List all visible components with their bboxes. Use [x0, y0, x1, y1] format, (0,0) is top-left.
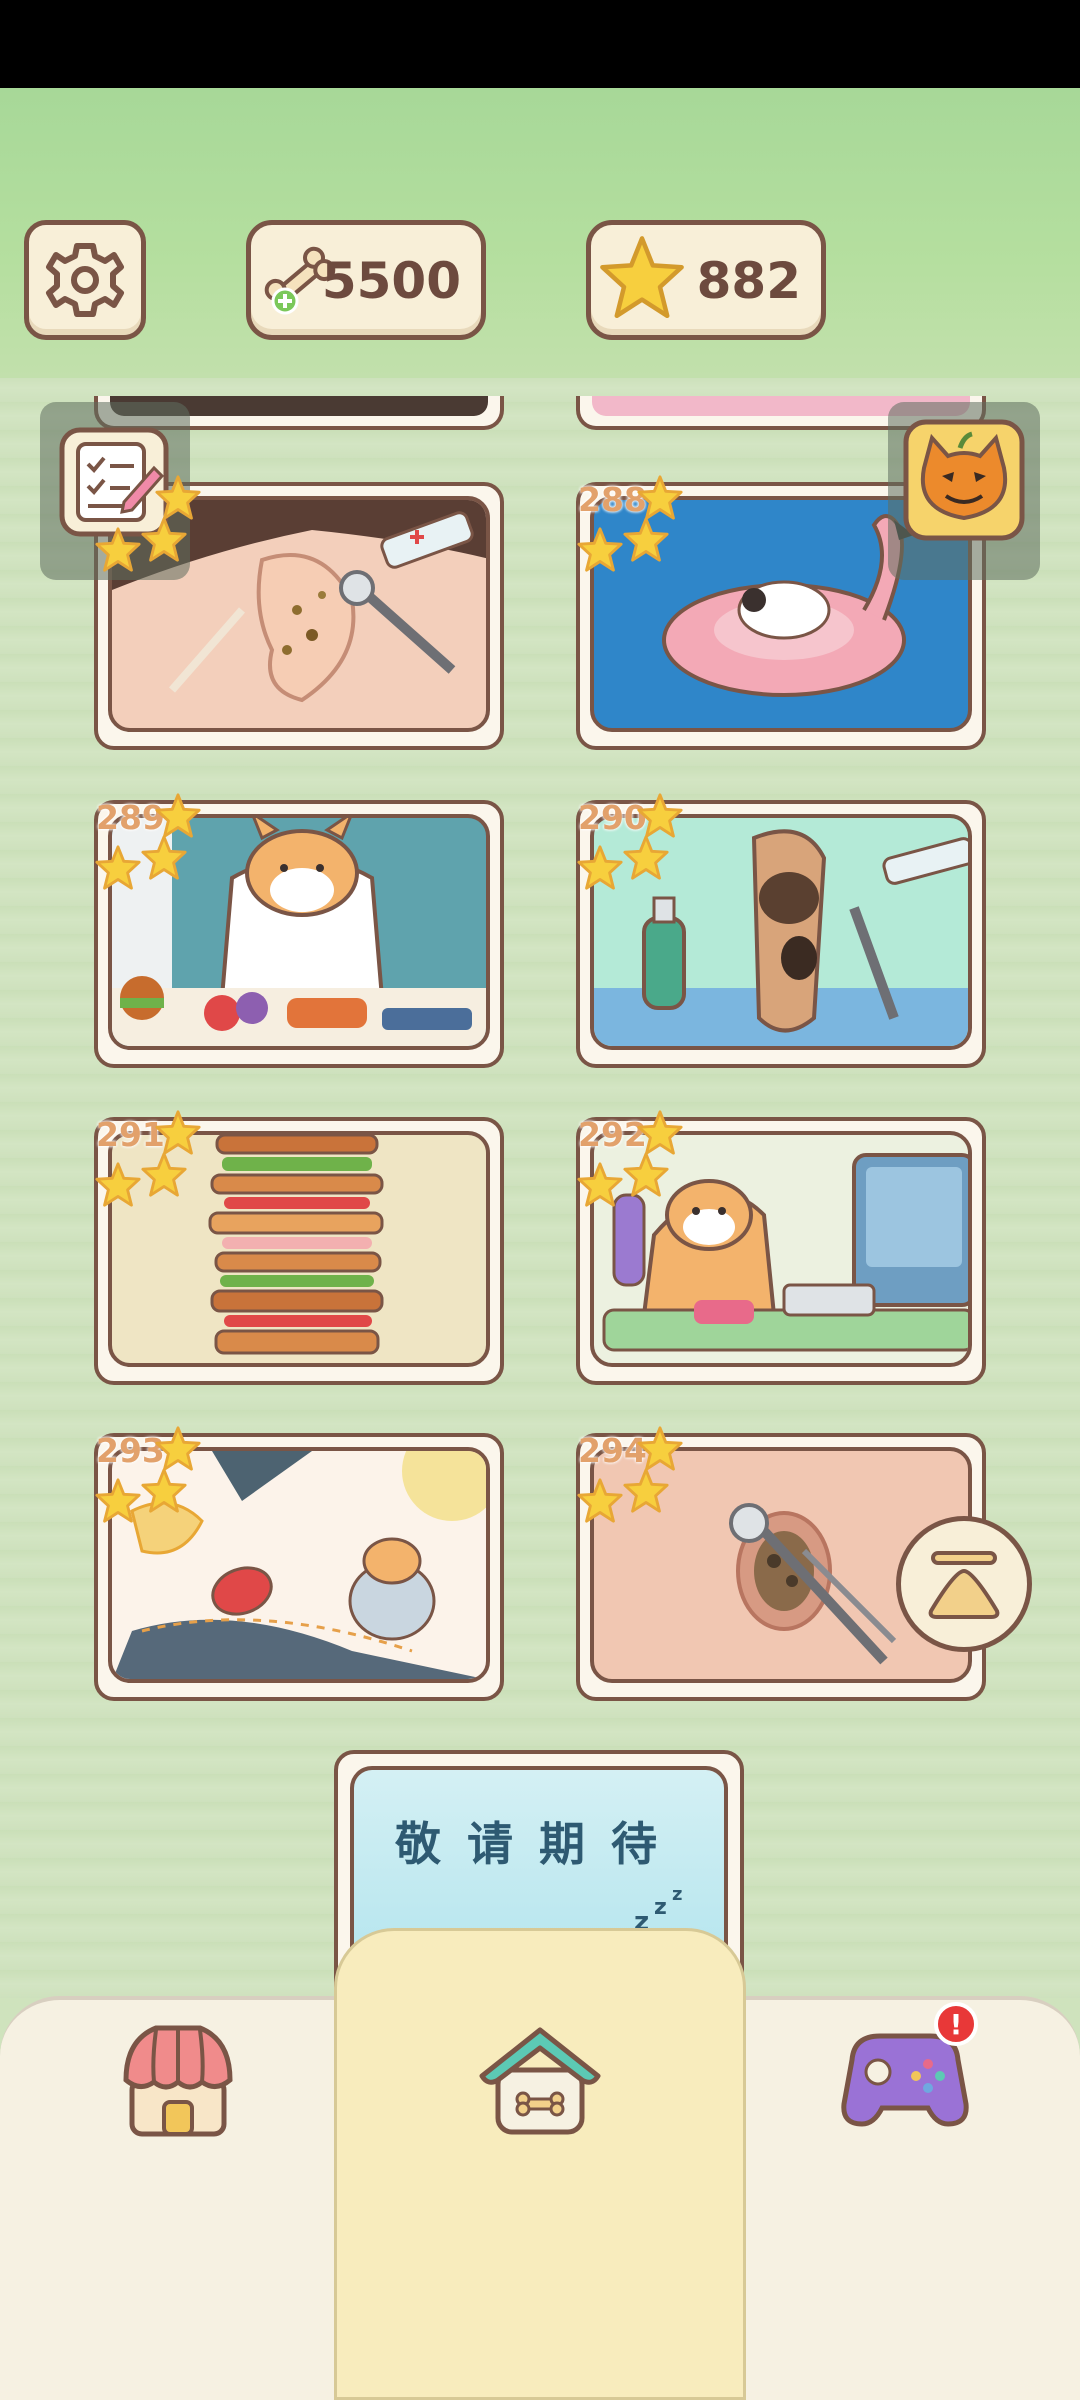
stars-rating — [577, 1426, 683, 1523]
home-icon — [479, 2027, 601, 2135]
stars-count: 882 — [696, 252, 801, 310]
stars-rating — [577, 1110, 683, 1207]
nav-home-icon-wrap[interactable] — [474, 2020, 606, 2144]
stars-rating — [577, 793, 683, 890]
stars-currency: 882 — [586, 220, 826, 340]
nav-games-tab[interactable]: ! — [832, 2000, 992, 2144]
stars-rating — [95, 793, 201, 890]
stars-rating — [95, 1110, 201, 1207]
shop-icon — [123, 2025, 233, 2137]
halloween-event-button[interactable] — [888, 402, 1040, 580]
stars-rating — [95, 1426, 201, 1523]
nav-shop-tab[interactable] — [116, 2020, 240, 2144]
stars-rating — [577, 475, 683, 572]
nav-home-tab[interactable] — [334, 1928, 746, 2400]
bones-currency[interactable]: 5500 — [246, 220, 486, 340]
gear-icon — [46, 243, 124, 317]
header-background — [0, 88, 1080, 378]
stars-rating — [95, 475, 201, 572]
svg-text:z: z — [672, 1884, 682, 1905]
notification-badge-text: ! — [950, 2008, 963, 2041]
svg-text:z: z — [654, 1895, 667, 1920]
settings-button[interactable] — [24, 220, 146, 340]
gamepad-icon: ! — [841, 2002, 978, 2127]
status-bar — [0, 0, 1080, 88]
coming-soon-label: 敬请期待 — [395, 1817, 683, 1871]
bones-count: 5500 — [321, 252, 461, 310]
scroll-top-icon — [928, 1551, 1000, 1619]
pumpkin-cat-icon — [903, 419, 1025, 541]
star-icon — [600, 236, 684, 319]
scroll-to-top-button[interactable] — [896, 1516, 1032, 1652]
